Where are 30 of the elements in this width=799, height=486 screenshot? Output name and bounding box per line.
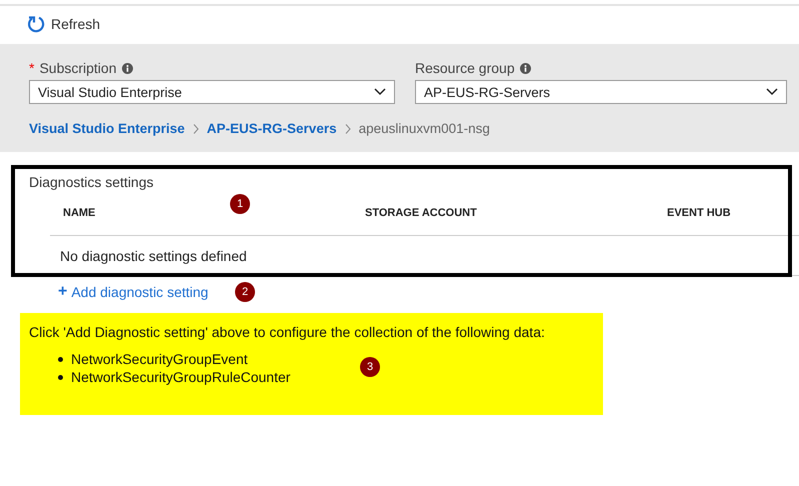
bullet-icon bbox=[58, 374, 63, 380]
required-asterisk: * bbox=[29, 60, 34, 76]
section-title: Diagnostics settings bbox=[29, 174, 154, 190]
number-badge: 3 bbox=[360, 357, 380, 377]
column-header: NAME bbox=[63, 207, 96, 221]
data-type-item: NetworkSecurityGroupEvent bbox=[71, 351, 248, 367]
column-header: EVENT HUB bbox=[667, 207, 732, 221]
refresh-button[interactable]: Refresh bbox=[27, 15, 100, 33]
add-setting-link[interactable]: + Add diagnostic setting bbox=[58, 283, 208, 301]
info-icon[interactable] bbox=[520, 62, 531, 74]
chevron-down-icon bbox=[766, 88, 778, 96]
bullet-icon bbox=[58, 356, 63, 362]
breadcrumb-link[interactable]: Visual Studio Enterprise bbox=[29, 121, 185, 136]
breadcrumb-link[interactable]: AP-EUS-RG-Servers bbox=[206, 121, 337, 136]
column-header: STORAGE ACCOUNT bbox=[365, 207, 478, 221]
dropdown[interactable]: AP-EUS-RG-Servers bbox=[415, 80, 787, 104]
number-badge: 1 bbox=[230, 194, 250, 214]
refresh-icon bbox=[27, 15, 45, 33]
empty-message: No diagnostic settings defined bbox=[60, 248, 247, 264]
breadcrumb-current: apeuslinuxvm001-nsg bbox=[358, 121, 490, 136]
chevron-right-icon bbox=[344, 124, 351, 134]
chevron-down-icon bbox=[374, 88, 386, 96]
number-badge: 2 bbox=[235, 282, 255, 302]
instruction-text: Click 'Add Diagnostic setting' above to configure the collection of the following data: bbox=[29, 324, 546, 340]
field-label: Subscription bbox=[39, 60, 116, 76]
info-icon[interactable] bbox=[122, 62, 132, 74]
dropdown[interactable]: Visual Studio Enterprise bbox=[29, 80, 395, 104]
data-type-item: NetworkSecurityGroupRuleCounter bbox=[71, 369, 290, 385]
field-label: Resource group bbox=[415, 60, 515, 76]
chevron-right-icon bbox=[192, 124, 199, 134]
